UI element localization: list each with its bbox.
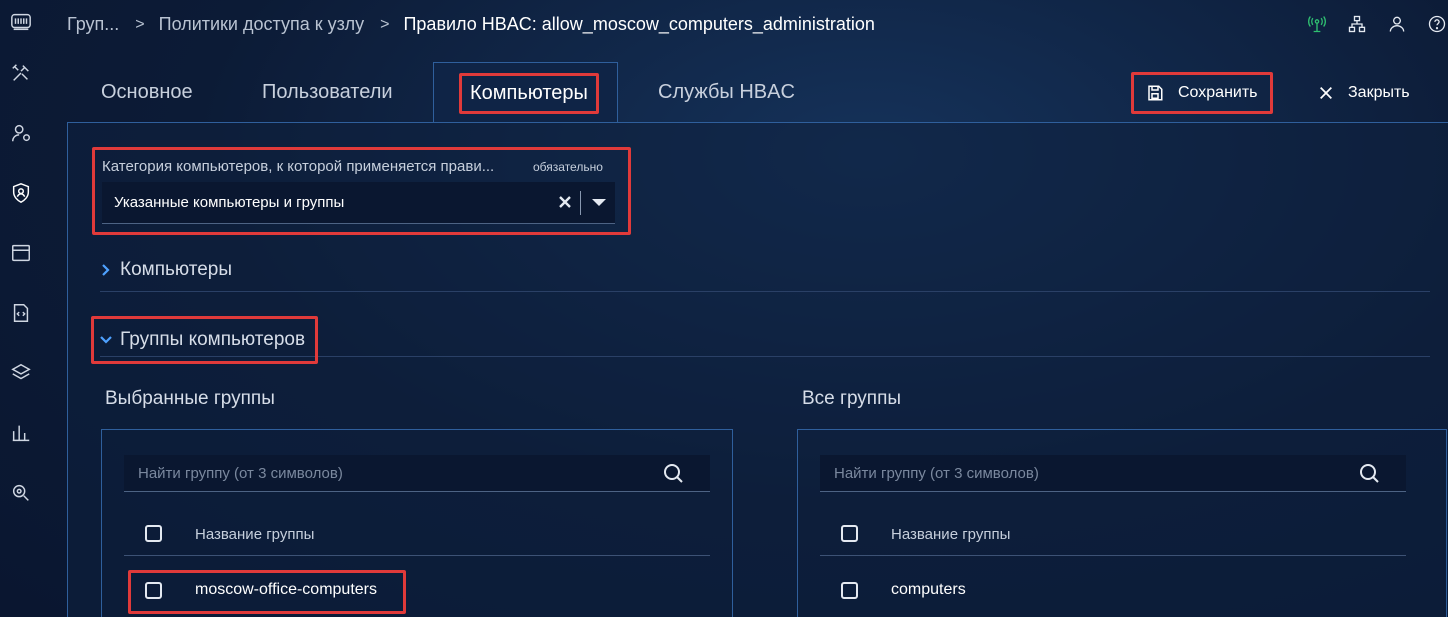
top-header: Груп... > Политики доступа к узлу > Прав… bbox=[42, 0, 1448, 50]
all-groups-search-input[interactable]: Найти группу (от 3 символов) bbox=[820, 455, 1406, 492]
select-divider bbox=[580, 191, 581, 215]
chevron-down-icon[interactable] bbox=[590, 195, 608, 209]
save-icon bbox=[1148, 85, 1163, 101]
app-logo-icon[interactable] bbox=[8, 9, 34, 35]
window-icon[interactable] bbox=[8, 240, 34, 266]
chevron-right-icon bbox=[102, 264, 110, 276]
accordion-computer-groups-header[interactable]: Группы компьютеров bbox=[91, 316, 319, 364]
column-header-group-name: Название группы bbox=[891, 526, 1011, 543]
tools-icon[interactable] bbox=[8, 60, 34, 86]
search-icon[interactable] bbox=[662, 462, 686, 486]
computer-category-label: Категория компьютеров, к которой применя… bbox=[102, 158, 495, 175]
selected-groups-search-input[interactable]: Найти группу (от 3 символов) bbox=[124, 455, 710, 492]
breadcrumb-item-groups[interactable]: Груп... bbox=[67, 14, 119, 35]
tab-computers-label: Компьютеры bbox=[459, 72, 599, 114]
close-button-label: Закрыть bbox=[1348, 84, 1410, 101]
accordion-computer-groups: Группы компьютеров bbox=[91, 316, 1430, 364]
selected-groups-box: Найти группу (от 3 символов) Название гр… bbox=[101, 429, 733, 617]
column-header-group-name: Название группы bbox=[195, 526, 315, 543]
layers-icon[interactable] bbox=[8, 360, 34, 386]
row-checkbox[interactable] bbox=[145, 582, 162, 599]
search-placeholder: Найти группу (от 3 символов) bbox=[138, 465, 343, 482]
tab-bar: Основное Пользователи Компьютеры Службы … bbox=[67, 62, 1448, 123]
help-icon[interactable] bbox=[1426, 13, 1448, 35]
accordion-computer-groups-label: Группы компьютеров bbox=[120, 329, 306, 350]
row-checkbox[interactable] bbox=[841, 582, 858, 599]
selected-groups-table-header: Название группы bbox=[124, 520, 710, 556]
breadcrumb-separator: > bbox=[135, 15, 145, 33]
table-row[interactable]: moscow-office-computers bbox=[124, 565, 710, 617]
all-groups-title: Все группы bbox=[802, 388, 902, 409]
search-icon[interactable] bbox=[1358, 462, 1382, 486]
user-settings-icon[interactable] bbox=[8, 120, 34, 146]
select-all-checkbox[interactable] bbox=[841, 525, 858, 542]
accordion-computers: Компьютеры bbox=[100, 255, 1430, 292]
accordion-computers-header[interactable]: Компьютеры bbox=[100, 259, 232, 281]
save-button[interactable]: Сохранить bbox=[1131, 72, 1273, 114]
tab-hbac-services[interactable]: Службы HBAC bbox=[658, 62, 795, 123]
save-button-label: Сохранить bbox=[1178, 84, 1258, 101]
computer-category-field: Категория компьютеров, к которой применя… bbox=[92, 147, 631, 235]
user-icon[interactable] bbox=[1386, 13, 1408, 35]
search-zoom-icon[interactable] bbox=[8, 480, 34, 506]
tab-computers[interactable]: Компьютеры bbox=[433, 62, 618, 123]
search-placeholder: Найти группу (от 3 символов) bbox=[834, 465, 1039, 482]
selected-groups-title: Выбранные группы bbox=[105, 388, 275, 409]
group-name: computers bbox=[891, 581, 966, 598]
computer-category-select[interactable]: Указанные компьютеры и группы bbox=[102, 182, 615, 224]
network-status-icon[interactable] bbox=[1306, 13, 1328, 35]
breadcrumb: Груп... > Политики доступа к узлу > Прав… bbox=[67, 14, 875, 35]
all-groups-table-header: Название группы bbox=[820, 520, 1406, 556]
all-groups-box: Найти группу (от 3 символов) Название гр… bbox=[797, 429, 1447, 617]
group-name: moscow-office-computers bbox=[195, 581, 377, 598]
chevron-down-icon bbox=[100, 336, 112, 344]
breadcrumb-item-host-policies[interactable]: Политики доступа к узлу bbox=[159, 14, 365, 35]
table-row[interactable]: computers bbox=[820, 565, 1406, 617]
clear-icon[interactable] bbox=[556, 192, 574, 212]
computers-tab-panel: Категория компьютеров, к которой применя… bbox=[67, 122, 1448, 617]
close-button[interactable]: Закрыть bbox=[1318, 72, 1410, 114]
breadcrumb-separator: > bbox=[380, 15, 390, 33]
close-icon bbox=[1320, 87, 1332, 99]
required-marker: обязательно bbox=[533, 160, 603, 174]
bar-chart-icon[interactable] bbox=[8, 420, 34, 446]
left-nav-rail bbox=[0, 0, 42, 617]
hierarchy-icon[interactable] bbox=[1346, 13, 1368, 35]
accordion-computers-label: Компьютеры bbox=[120, 259, 232, 280]
header-icons bbox=[1306, 13, 1448, 35]
code-file-icon[interactable] bbox=[8, 300, 34, 326]
tab-users[interactable]: Пользователи bbox=[262, 62, 393, 123]
tab-general[interactable]: Основное bbox=[101, 62, 193, 123]
breadcrumb-item-current: Правило HBAC: allow_moscow_computers_adm… bbox=[403, 14, 875, 34]
computer-category-value: Указанные компьютеры и группы bbox=[114, 194, 345, 211]
select-all-checkbox[interactable] bbox=[145, 525, 162, 542]
shield-user-icon[interactable] bbox=[8, 180, 34, 206]
